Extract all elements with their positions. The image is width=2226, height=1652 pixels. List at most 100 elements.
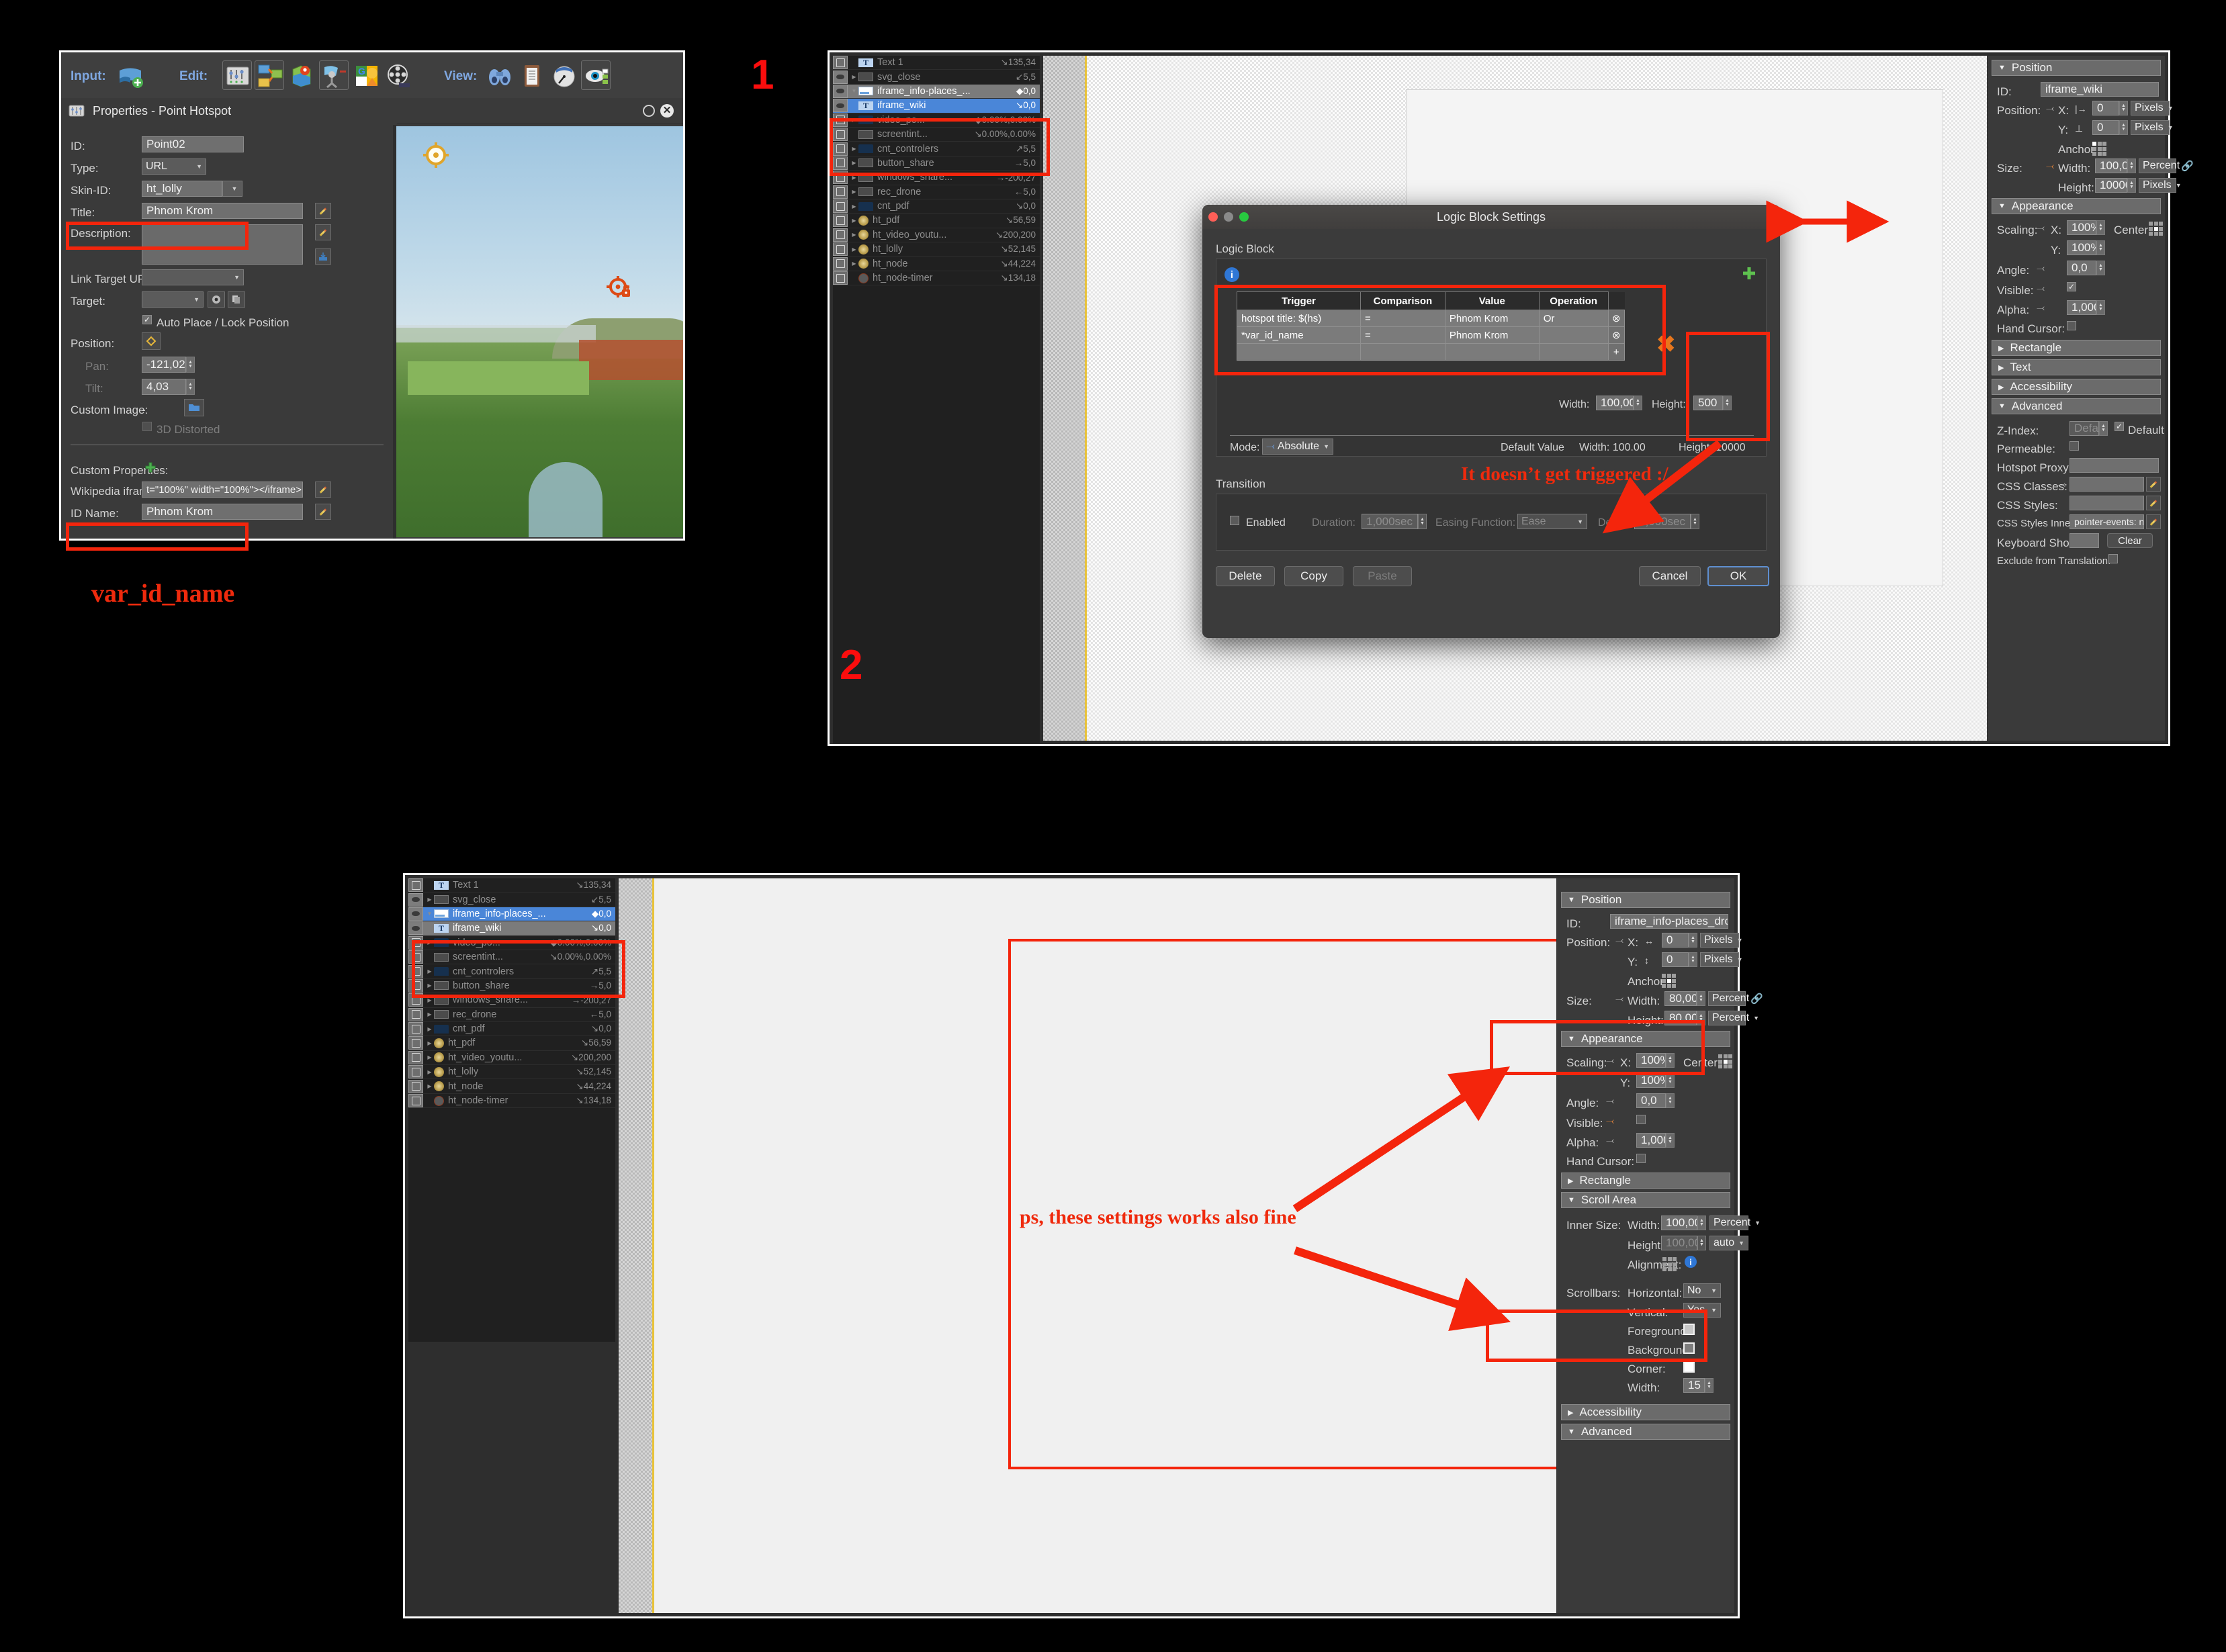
visible-branch-icon-b[interactable]: ⤙ xyxy=(1606,1116,1614,1126)
tree-row[interactable]: ▶ windows_share... →-200,27 xyxy=(833,171,1040,185)
disclosure-triangle-icon[interactable]: ▶ xyxy=(850,175,858,181)
bottom-width-stepper[interactable]: ▲ ▼ xyxy=(1697,991,1705,1006)
top-width-stepper[interactable]: ▲ ▼ xyxy=(2127,158,2136,173)
horizontal-scrollbar-select[interactable]: No ▼ xyxy=(1683,1283,1721,1298)
background-color-swatch[interactable] xyxy=(1683,1342,1695,1354)
hotspot-marker-locked-icon[interactable] xyxy=(606,275,631,301)
visibility-toggle[interactable] xyxy=(833,99,848,113)
tree-row[interactable]: Tiframe_wiki ↘0,0 xyxy=(408,921,615,936)
logic-cell[interactable] xyxy=(1538,326,1609,344)
tree-row[interactable]: ▶ button_share →5,0 xyxy=(408,978,615,994)
hotspot-marker-unlocked-icon[interactable] xyxy=(422,141,450,169)
section-appearance-b[interactable]: ▼ Appearance xyxy=(1561,1031,1730,1047)
visibility-toggle[interactable] xyxy=(833,257,848,271)
position-diamond-icon[interactable] xyxy=(142,332,161,350)
tree-row[interactable]: ▶ ht_node ↘44,224 xyxy=(408,1079,615,1094)
id-name-field[interactable]: Phnom Krom xyxy=(142,504,303,520)
visibility-toggle[interactable] xyxy=(408,1079,423,1093)
tree-row[interactable]: ht_node-timer ↘134,18 xyxy=(408,1094,615,1109)
type-select[interactable]: URL ▼ xyxy=(142,158,206,175)
target-copy-icon[interactable] xyxy=(228,291,245,308)
close-icon[interactable]: ✕ xyxy=(660,104,674,118)
tree-row[interactable]: ▶ windows_share... →-200,27 xyxy=(408,993,615,1008)
inner-width-field[interactable]: 100,00 xyxy=(1661,1215,1697,1230)
transition-enabled-checkbox[interactable] xyxy=(1230,516,1239,525)
tree-row[interactable]: ▶ video_po... ◆0.00%,0.00% xyxy=(408,935,615,950)
bottom-y-field[interactable]: 0 xyxy=(1662,952,1689,967)
section-rectangle-b[interactable]: ▶ Rectangle xyxy=(1561,1173,1730,1189)
section-position-b[interactable]: ▼ Position xyxy=(1561,892,1730,908)
disclosure-triangle-icon[interactable]: ▶ xyxy=(850,261,858,267)
inner-width-stepper[interactable]: ▲ ▼ xyxy=(1697,1215,1706,1230)
remove-block-x-icon[interactable]: ✖ xyxy=(1656,333,1676,356)
section-advanced[interactable]: ▼ Advanced xyxy=(1992,398,2161,414)
top-height-field[interactable]: 10000 xyxy=(2095,178,2127,193)
size-branch-icon[interactable]: ⤙ xyxy=(2046,161,2054,171)
visibility-toggle[interactable] xyxy=(408,1007,423,1021)
top-angle-field[interactable]: 0,0 xyxy=(2067,261,2096,275)
tree-row[interactable]: ▶ ht_pdf ↘56,59 xyxy=(833,214,1040,228)
top-id-field[interactable]: iframe_wiki xyxy=(2041,82,2159,97)
bottom-id-field[interactable]: iframe_info-places_drone xyxy=(1610,914,1728,929)
visibility-toggle[interactable] xyxy=(833,199,848,214)
css-inner-pencil-icon[interactable] xyxy=(2146,514,2161,529)
css-classes-pencil-icon[interactable] xyxy=(2146,477,2161,492)
bottom-visible-checkbox[interactable] xyxy=(1636,1115,1646,1124)
bottom-height-field[interactable]: 80,00 xyxy=(1664,1011,1697,1025)
disclosure-triangle-icon[interactable]: ▶ xyxy=(425,997,434,1003)
tripod-remove-icon[interactable] xyxy=(319,60,349,90)
disclosure-triangle-icon[interactable]: ▶ xyxy=(425,1011,434,1017)
disclosure-triangle-icon[interactable]: ▶ xyxy=(425,1069,434,1075)
tree-row[interactable]: ▶ ht_node ↘44,224 xyxy=(833,257,1040,271)
vertical-scrollbar-select[interactable]: Yes ▼ xyxy=(1683,1303,1721,1318)
visibility-toggle[interactable] xyxy=(833,142,848,156)
skin-id-field[interactable]: ht_lolly xyxy=(142,181,222,197)
title-edit-pencil-icon[interactable] xyxy=(315,203,331,219)
inner-width-unit-select[interactable]: Percent ▼ xyxy=(1709,1215,1761,1230)
remove-rule-icon[interactable]: ⊗ xyxy=(1607,310,1625,327)
wikipedia-iframe-field[interactable]: t="100%" width="100%"></iframe> xyxy=(142,481,303,498)
tree-row[interactable]: ▶ rec_drone ←5,0 xyxy=(408,1007,615,1022)
top-scale-y-stepper[interactable]: ▲ ▼ xyxy=(2096,240,2105,255)
clear-shortcut-button[interactable]: Clear xyxy=(2107,533,2153,548)
pan-stepper[interactable]: ▲ ▼ xyxy=(186,357,195,373)
visibility-toggle[interactable] xyxy=(408,978,423,993)
visibility-toggle[interactable] xyxy=(833,128,848,142)
visibility-toggle[interactable] xyxy=(833,185,848,199)
top-visible-checkbox[interactable]: ✓ xyxy=(2067,282,2076,291)
visibility-toggle[interactable] xyxy=(408,1050,423,1064)
delete-button[interactable]: Delete xyxy=(1216,566,1275,586)
keyboard-shortcut-field[interactable] xyxy=(2069,533,2099,548)
tree-row[interactable]: ▶ cnt_controlers ↗5,5 xyxy=(408,964,615,979)
top-height-stepper[interactable]: ▲ ▼ xyxy=(2127,178,2136,193)
logic-cell[interactable]: *var_id_name xyxy=(1237,326,1361,344)
add-property-plus-icon[interactable] xyxy=(142,459,159,475)
alpha-branch-icon-b[interactable]: ⤙ xyxy=(1606,1136,1614,1146)
visibility-toggle[interactable] xyxy=(833,84,848,98)
tree-row[interactable]: ▶ button_share →5,0 xyxy=(833,156,1040,171)
id-name-edit-pencil-icon[interactable] xyxy=(315,504,331,520)
top-y-field[interactable]: 0 xyxy=(2092,120,2119,135)
top-scale-x-stepper[interactable]: ▲ ▼ xyxy=(2096,220,2105,235)
logic-cell[interactable] xyxy=(1237,343,1361,361)
z-index-default-checkbox[interactable]: ✓ xyxy=(2114,422,2124,431)
top-alpha-stepper[interactable]: ▲ ▼ xyxy=(2096,300,2105,315)
film-reel-icon[interactable] xyxy=(384,60,413,90)
logic-table-row[interactable]: hotspot title: $(hs) = Phnom Krom Or ⊗ xyxy=(1237,310,1625,327)
mode-select[interactable]: ⤙ Absolute ▼ xyxy=(1262,439,1333,455)
visibility-toggle[interactable] xyxy=(833,113,848,127)
title-field[interactable]: Phnom Krom xyxy=(142,203,303,219)
logic-table-row[interactable]: *var_id_name = Phnom Krom ⊗ xyxy=(1237,326,1625,344)
auto-place-checkbox[interactable]: ✓ xyxy=(142,315,152,324)
disclosure-triangle-icon[interactable]: ▶ xyxy=(850,160,858,166)
alignment-grid[interactable] xyxy=(1662,1257,1677,1271)
block-width-stepper[interactable]: ▲ ▼ xyxy=(1634,396,1642,410)
position-branch-icon-b[interactable]: ⤙ xyxy=(1615,935,1623,946)
link-wh-icon[interactable]: 🔗 xyxy=(2181,160,2194,172)
visibility-toggle[interactable] xyxy=(408,1094,423,1108)
bottom-angle-stepper[interactable]: ▲ ▼ xyxy=(1666,1093,1675,1108)
tree-row[interactable]: screentint... ↘0.00%,0.00% xyxy=(833,128,1040,142)
tree-row[interactable]: ▶ cnt_pdf ↘0,0 xyxy=(833,199,1040,214)
bottom-scale-x-stepper[interactable]: ▲ ▼ xyxy=(1666,1053,1675,1068)
tree-row[interactable]: ▶ rec_drone ←5,0 xyxy=(833,185,1040,199)
